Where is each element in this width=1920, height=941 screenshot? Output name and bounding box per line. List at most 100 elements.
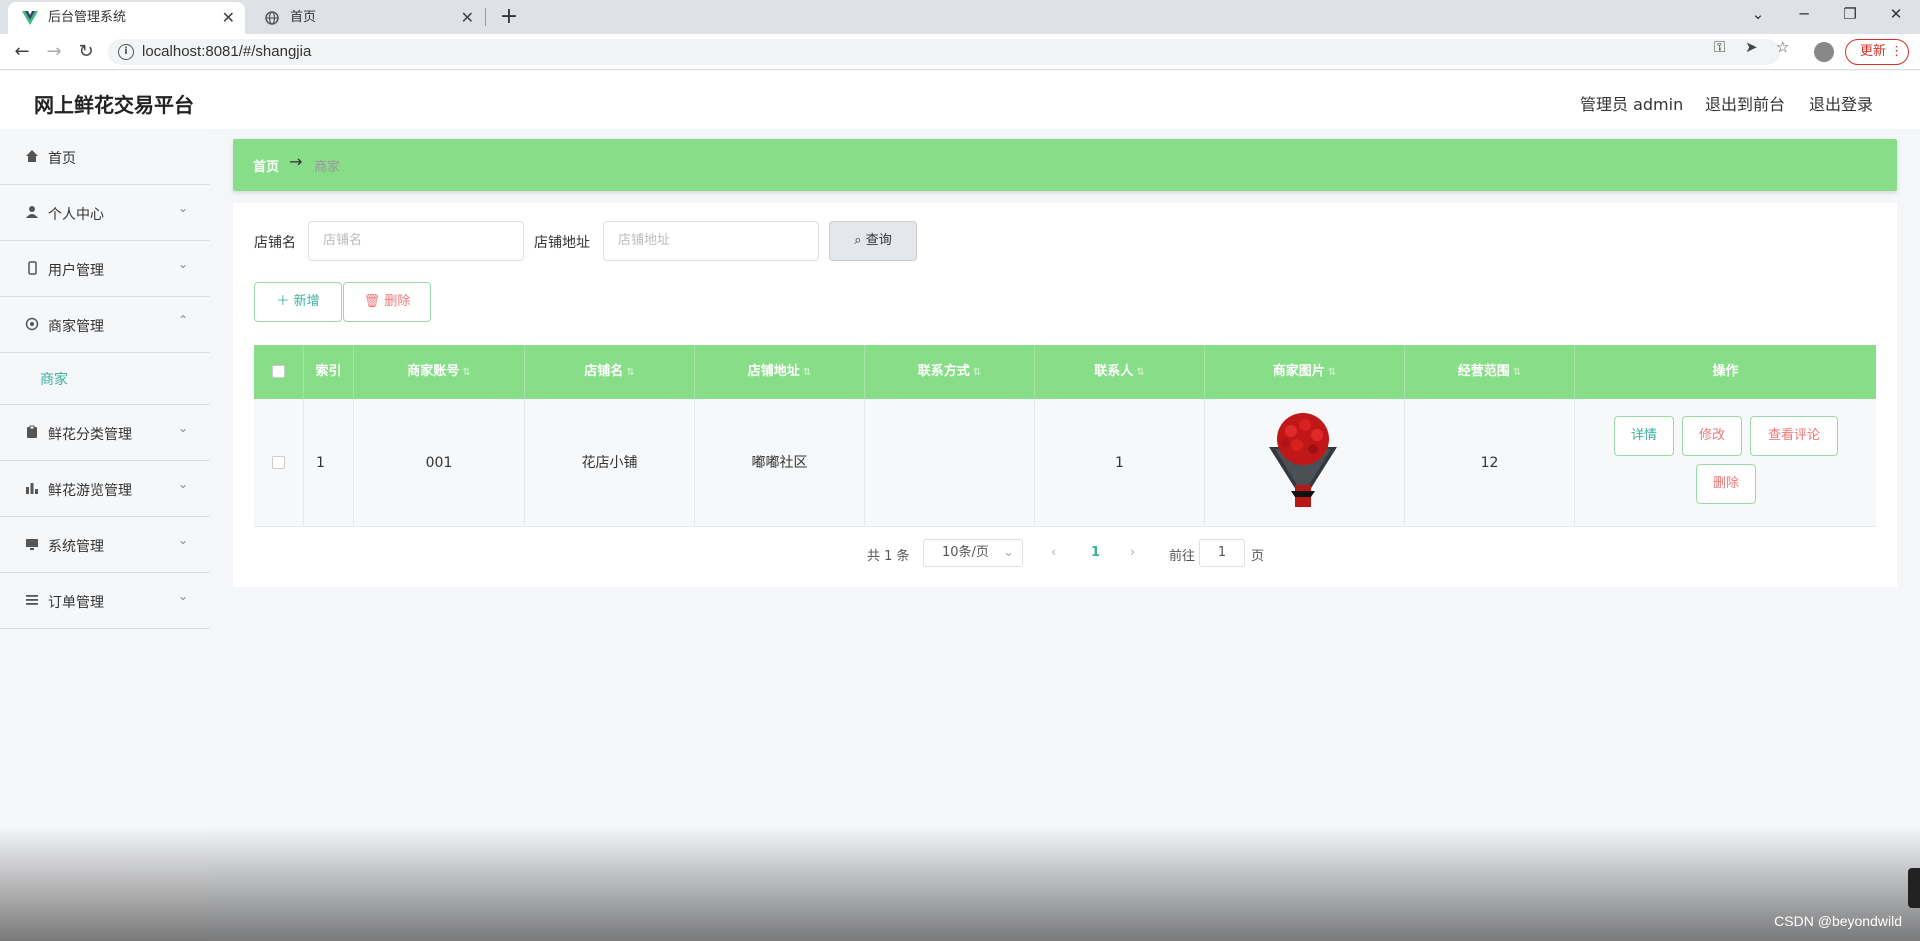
- restore-icon[interactable]: ❐: [1830, 0, 1870, 30]
- col-scope[interactable]: 经营范围 ⇅: [1405, 345, 1575, 399]
- bottom-shade: [0, 826, 1920, 941]
- chevron-down-icon[interactable]: ⌄: [1738, 0, 1778, 30]
- next-page-icon[interactable]: ›: [1130, 545, 1135, 560]
- row-delete-button[interactable]: 删除: [1696, 464, 1756, 504]
- sort-icon[interactable]: ⇅: [803, 367, 811, 378]
- sidebar-item-personal[interactable]: 个人中心 ⌄: [0, 185, 210, 241]
- info-icon[interactable]: i: [118, 44, 134, 60]
- page-number[interactable]: 1: [1091, 545, 1100, 560]
- sidebar-item-orders[interactable]: 订单管理 ⌄: [0, 573, 210, 629]
- window-close-icon[interactable]: ✕: [1876, 0, 1916, 30]
- col-address[interactable]: 店铺地址 ⇅: [695, 345, 865, 399]
- sidebar-subitem-label: 商家: [40, 372, 68, 388]
- sort-icon[interactable]: ⇅: [626, 367, 634, 378]
- plus-icon: ＋: [276, 294, 290, 309]
- sidebar-item-label: 个人中心: [48, 207, 104, 223]
- col-contact-person[interactable]: 联系人 ⇅: [1035, 345, 1205, 399]
- page-size-select[interactable]: 10条/页 ⌄: [923, 539, 1023, 567]
- row-select-cell: [254, 399, 304, 527]
- sort-icon[interactable]: ⇅: [1136, 367, 1144, 378]
- sidebar-item-flower-category[interactable]: 鲜花分类管理 ⌄: [0, 405, 210, 461]
- add-label: 新增: [293, 294, 320, 309]
- cell-index: 1: [304, 399, 354, 527]
- mobile-icon: [24, 261, 40, 277]
- total-count: 共 1 条: [867, 549, 910, 564]
- sidebar-item-label: 鲜花游览管理: [48, 483, 132, 499]
- url-field[interactable]: i localhost:8081/#/shangjia: [108, 39, 1780, 65]
- flower-bouquet-image[interactable]: [1255, 409, 1351, 509]
- sidebar-item-flower-browse[interactable]: 鲜花游览管理 ⌄: [0, 461, 210, 517]
- detail-button[interactable]: 详情: [1614, 416, 1674, 456]
- bar-chart-icon: [24, 481, 40, 497]
- row-checkbox[interactable]: [272, 456, 285, 469]
- chevron-down-icon: ⌄: [1003, 545, 1014, 560]
- send-icon[interactable]: ➤: [1745, 39, 1758, 55]
- star-icon[interactable]: ☆: [1776, 39, 1789, 55]
- cell-shop-name: 花店小铺: [525, 399, 695, 527]
- sidebar-item-system[interactable]: 系统管理 ⌄: [0, 517, 210, 573]
- close-icon[interactable]: ✕: [222, 2, 235, 34]
- profile-avatar[interactable]: [1814, 42, 1834, 62]
- pagination: 共 1 条 10条/页 ⌄ ‹ 1 › 前往 1 页: [233, 539, 1897, 569]
- gear-icon: [24, 317, 40, 333]
- logout-link[interactable]: 退出登录: [1809, 91, 1873, 115]
- cell-actions: 详情 修改 查看评论 删除: [1575, 399, 1876, 527]
- address-bar: ← → ↻ i localhost:8081/#/shangjia ⚿ ➤ ☆ …: [0, 34, 1920, 70]
- tab-admin-system[interactable]: 后台管理系统 ✕: [8, 2, 245, 34]
- col-image-label: 商家图片: [1272, 364, 1325, 379]
- table-row: 1 001 花店小铺 嘟嘟社区 1 12 详情 修改 查看评论 删除: [254, 399, 1876, 527]
- col-shop-name[interactable]: 店铺名 ⇅: [525, 345, 695, 399]
- sidebar-item-users[interactable]: 用户管理 ⌄: [0, 241, 210, 297]
- key-icon[interactable]: ⚿: [1714, 39, 1725, 55]
- admin-user-label: 管理员 admin: [1580, 95, 1684, 114]
- back-icon[interactable]: ←: [10, 40, 34, 64]
- breadcrumb-home[interactable]: 首页: [253, 156, 279, 175]
- sort-icon[interactable]: ⇅: [462, 367, 470, 378]
- brand-title: 网上鲜花交易平台: [34, 93, 194, 117]
- sort-icon[interactable]: ⇅: [973, 367, 981, 378]
- chevron-up-icon: ⌃: [177, 313, 188, 327]
- update-button[interactable]: 更新 ⋮: [1845, 39, 1909, 65]
- sidebar: 首页 个人中心 ⌄ 用户管理 ⌄ 商家管理 ⌃ 商家 鲜花分类管理 ⌄ 鲜花游览…: [0, 129, 210, 941]
- sidebar-subitem-merchant[interactable]: 商家: [0, 353, 210, 405]
- cell-address: 嘟嘟社区: [695, 399, 865, 527]
- query-button[interactable]: ⌕ 查询: [829, 221, 917, 261]
- sidebar-item-merchants[interactable]: 商家管理 ⌃: [0, 297, 210, 353]
- sort-icon[interactable]: ⇅: [1513, 367, 1521, 378]
- col-image[interactable]: 商家图片 ⇅: [1205, 345, 1405, 399]
- col-contact[interactable]: 联系方式 ⇅: [865, 345, 1035, 399]
- sort-icon[interactable]: ⇅: [1328, 367, 1336, 378]
- minimize-icon[interactable]: ─: [1784, 0, 1824, 30]
- sidebar-item-label: 系统管理: [48, 539, 104, 555]
- prev-page-icon[interactable]: ‹: [1051, 545, 1056, 560]
- tab-home[interactable]: 首页 ✕: [250, 2, 484, 34]
- shop-name-input[interactable]: 店铺名: [308, 221, 524, 261]
- col-shop-name-label: 店铺名: [584, 364, 624, 379]
- table-header: 索引 商家账号 ⇅ 店铺名 ⇅ 店铺地址 ⇅ 联系方式 ⇅ 联系人 ⇅ 商家图片 ⇅ 经营范…: [254, 345, 1876, 399]
- page-size-value: 10条/页: [942, 545, 989, 560]
- new-tab-button[interactable]: +: [497, 2, 521, 32]
- reload-icon[interactable]: ↻: [74, 40, 98, 64]
- edit-button[interactable]: 修改: [1682, 416, 1742, 456]
- forward-icon[interactable]: →: [42, 40, 66, 64]
- col-actions: 操作: [1712, 364, 1739, 379]
- sidebar-item-label: 用户管理: [48, 263, 104, 279]
- shop-address-input[interactable]: 店铺地址: [603, 221, 819, 261]
- breadcrumb: 首页 → 商家: [233, 139, 1897, 191]
- query-label: 查询: [865, 233, 892, 248]
- col-account[interactable]: 商家账号 ⇅: [354, 345, 525, 399]
- goto-label: 前往: [1169, 549, 1196, 564]
- close-icon[interactable]: ✕: [461, 2, 474, 34]
- vue-icon: [22, 10, 38, 26]
- app-header: 网上鲜花交易平台 管理员 admin 退出到前台 退出登录: [0, 71, 1920, 129]
- chevron-down-icon: ⌄: [177, 257, 188, 271]
- goto-page-input[interactable]: 1: [1199, 539, 1245, 567]
- view-comments-button[interactable]: 查看评论: [1750, 416, 1838, 456]
- select-all-checkbox[interactable]: [272, 365, 285, 378]
- sidebar-item-home[interactable]: 首页: [0, 129, 210, 185]
- list-icon: [24, 593, 40, 609]
- add-button[interactable]: ＋ 新增: [254, 282, 342, 322]
- clipboard-icon: [24, 425, 40, 441]
- exit-to-front-link[interactable]: 退出到前台: [1705, 91, 1785, 115]
- batch-delete-button[interactable]: 🗑 删除: [343, 282, 431, 322]
